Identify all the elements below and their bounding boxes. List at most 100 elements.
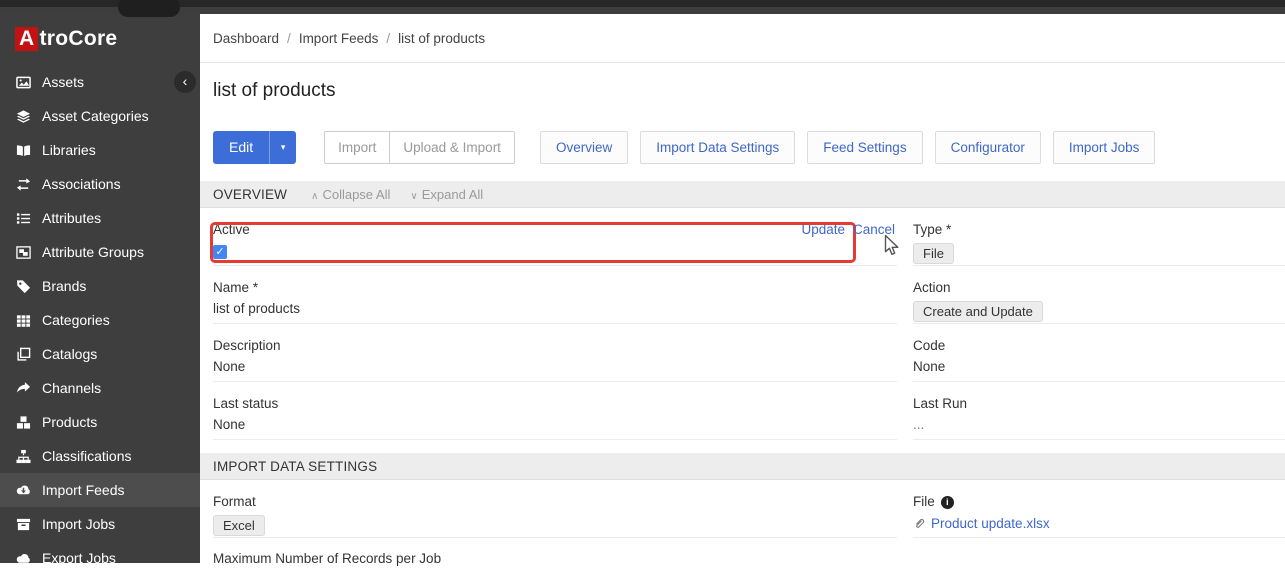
sidebar-item-label: Brands — [42, 278, 87, 294]
tab-feed-settings[interactable]: Feed Settings — [807, 131, 923, 164]
type-label: Type * — [913, 222, 952, 237]
share-arrow-icon — [15, 380, 31, 396]
code-value: None — [913, 359, 946, 374]
name-value: list of products — [213, 301, 301, 316]
list-icon — [15, 210, 31, 226]
sidebar-item-catalogs[interactable]: Catalogs — [0, 337, 200, 371]
sidebar-item-import-jobs[interactable]: Import Jobs — [0, 507, 200, 541]
import-button-group: Import Upload & Import — [324, 131, 515, 164]
breadcrumb-import-feeds[interactable]: Import Feeds — [299, 31, 379, 46]
sidebar-item-import-feeds[interactable]: Import Feeds — [0, 473, 200, 507]
code-label: Code — [913, 338, 946, 353]
sidebar-item-channels[interactable]: Channels — [0, 371, 200, 405]
sidebar-item-label: Classifications — [42, 448, 132, 464]
expand-all-button[interactable]: ∨ Expand All — [410, 187, 483, 202]
field-active: Active ✓ Update Cancel — [213, 208, 897, 266]
archive-box-icon — [15, 516, 31, 532]
sitemap-icon — [15, 448, 31, 464]
sidebar-item-label: Catalogs — [42, 346, 98, 362]
import-settings-panel-header: IMPORT DATA SETTINGS — [200, 453, 1285, 480]
browser-tab-shape — [118, 0, 180, 17]
book-icon — [15, 142, 31, 158]
import-settings-fields: Format Excel File i Product update.xlsx — [213, 480, 1285, 538]
active-checkbox[interactable]: ✓ — [213, 245, 227, 259]
exchange-arrows-icon — [15, 176, 31, 192]
sidebar-item-label: Attribute Groups — [42, 244, 144, 260]
cancel-link[interactable]: Cancel — [853, 222, 895, 237]
sidebar-item-assets[interactable]: Assets — [0, 65, 200, 99]
paperclip-icon — [916, 518, 925, 528]
sidebar: AtroCore ‹ Assets Asset Categories Libra… — [0, 7, 200, 566]
sidebar-item-label: Attributes — [42, 210, 102, 226]
action-label: Action — [913, 280, 951, 295]
field-file: File i Product update.xlsx — [913, 480, 1285, 538]
field-type: Type * File — [913, 208, 1285, 266]
main-content: Dashboard / Import Feeds / list of produ… — [200, 14, 1285, 566]
last-run-value: ... — [913, 417, 925, 432]
expand-all-label: Expand All — [421, 186, 484, 202]
file-attachment-link[interactable]: Product update.xlsx — [913, 516, 1285, 531]
import-button[interactable]: Import — [324, 131, 391, 164]
upload-and-import-button[interactable]: Upload & Import — [389, 131, 515, 164]
action-value-badge: Create and Update — [913, 301, 1043, 322]
sidebar-item-attribute-groups[interactable]: Attribute Groups — [0, 235, 200, 269]
sidebar-item-label: Export Jobs — [42, 550, 116, 566]
sidebar-collapse-button[interactable]: ‹ — [174, 71, 196, 93]
overview-panel-header: OVERVIEW ∧ Collapse All ∨ Expand All — [200, 181, 1285, 208]
field-action: Action Create and Update — [913, 266, 1285, 324]
sidebar-item-label: Asset Categories — [42, 108, 149, 124]
file-attachment-name: Product update.xlsx — [931, 516, 1050, 531]
info-icon[interactable]: i — [940, 496, 954, 509]
sidebar-item-libraries[interactable]: Libraries — [0, 133, 200, 167]
tab-overview[interactable]: Overview — [539, 131, 629, 164]
active-label: Active — [213, 222, 250, 237]
cloud-download-icon — [15, 482, 31, 498]
description-value: None — [213, 359, 246, 374]
logo-text: troCore — [39, 27, 118, 50]
format-label: Format — [213, 494, 256, 509]
last-status-value: None — [213, 417, 246, 432]
tab-import-jobs[interactable]: Import Jobs — [1052, 131, 1156, 164]
sidebar-item-label: Channels — [42, 380, 102, 396]
sidebar-item-categories[interactable]: Categories — [0, 303, 200, 337]
sidebar-item-label: Categories — [42, 312, 110, 328]
sidebar-item-associations[interactable]: Associations — [0, 167, 200, 201]
sidebar-nav: ‹ Assets Asset Categories Libraries Asso… — [0, 65, 200, 575]
cloud-icon — [15, 550, 31, 566]
edit-dropdown-toggle[interactable]: ▾ — [269, 131, 296, 164]
tab-configurator[interactable]: Configurator — [934, 131, 1041, 164]
tab-import-data-settings[interactable]: Import Data Settings — [640, 131, 796, 164]
breadcrumb-current: list of products — [398, 30, 486, 46]
sidebar-item-label: Import Feeds — [42, 482, 125, 498]
field-last-run: Last Run ... — [913, 382, 1285, 440]
update-link[interactable]: Update — [801, 222, 845, 237]
collapse-all-button[interactable]: ∧ Collapse All — [311, 187, 390, 202]
sidebar-item-label: Import Jobs — [42, 516, 116, 532]
last-run-label: Last Run — [913, 396, 968, 411]
breadcrumb-separator: / — [386, 30, 391, 46]
chevron-up-icon: ∧ — [311, 190, 319, 202]
tag-icon — [15, 278, 31, 294]
sidebar-item-label: Products — [42, 414, 98, 430]
field-last-status: Last status None — [213, 382, 897, 440]
breadcrumb-dashboard[interactable]: Dashboard — [213, 31, 279, 46]
sidebar-item-attributes[interactable]: Attributes — [0, 201, 200, 235]
sidebar-item-products[interactable]: Products — [0, 405, 200, 439]
browser-top-strip — [0, 0, 1285, 7]
type-value-badge: File — [913, 243, 954, 264]
last-status-label: Last status — [213, 396, 279, 411]
sidebar-item-brands[interactable]: Brands — [0, 269, 200, 303]
chevron-left-icon: ‹ — [182, 73, 188, 89]
sidebar-item-export-jobs[interactable]: Export Jobs — [0, 541, 200, 575]
grid-icon — [15, 312, 31, 328]
assets-icon — [15, 74, 31, 90]
check-icon: ✓ — [215, 246, 225, 258]
field-format: Format Excel — [213, 480, 897, 538]
browser-lower-strip — [0, 0, 1285, 17]
edit-button[interactable]: Edit — [213, 131, 269, 164]
sidebar-item-asset-categories[interactable]: Asset Categories — [0, 99, 200, 133]
sidebar-item-label: Libraries — [42, 142, 96, 158]
name-label: Name * — [213, 280, 259, 295]
sidebar-item-classifications[interactable]: Classifications — [0, 439, 200, 473]
overview-panel-title: OVERVIEW — [213, 186, 288, 202]
